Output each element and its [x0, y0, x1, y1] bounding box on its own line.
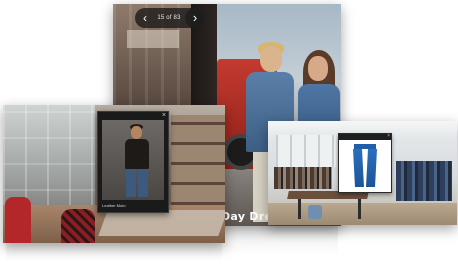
table-leg: [298, 199, 301, 219]
shopper-figure: [5, 197, 31, 243]
product-popup[interactable]: × Leather Moto: [97, 111, 169, 213]
product-model-image: [102, 120, 164, 200]
jeans-right-leg: [366, 149, 377, 187]
store-rug: [98, 210, 225, 236]
clothes-rack: [274, 167, 332, 189]
store-shelves: [171, 115, 225, 205]
store-floor: [268, 203, 457, 225]
model-leather-jacket: [125, 139, 149, 169]
store-windows: [276, 135, 336, 167]
store-ceiling-light: [127, 30, 179, 48]
jeans-rack: [396, 161, 452, 201]
model-head: [131, 126, 142, 139]
close-icon[interactable]: ×: [162, 112, 166, 120]
jeans-left-leg: [353, 149, 364, 187]
slide-counter: 15 of 83: [157, 15, 181, 21]
chevron-left-icon[interactable]: ‹: [139, 12, 151, 24]
left-card-reflection: [6, 243, 222, 261]
model-jeans: [126, 169, 148, 197]
store-tour-card[interactable]: × Leather Moto: [3, 105, 225, 243]
store-tour-jeans-card[interactable]: ×: [268, 121, 457, 225]
model-man-head: [260, 46, 282, 72]
model-woman-head: [308, 56, 328, 81]
close-icon[interactable]: ×: [387, 133, 390, 139]
product-popup-label: Leather Moto: [102, 203, 126, 208]
tooltip-header: [339, 134, 391, 140]
chevron-right-icon[interactable]: ›: [185, 8, 205, 28]
store-chair: [308, 205, 322, 219]
shopper-plaid-figure: [61, 209, 95, 243]
product-tooltip-jeans[interactable]: ×: [338, 133, 392, 193]
table-leg: [358, 199, 361, 219]
